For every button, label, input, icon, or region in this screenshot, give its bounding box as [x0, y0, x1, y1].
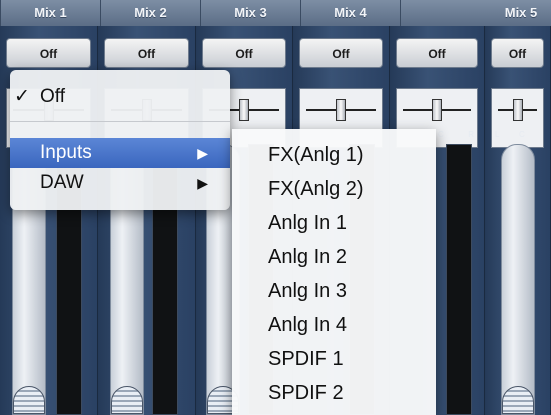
source-off-button[interactable]: Off	[396, 38, 478, 68]
channel-strip-6: Off L C	[485, 26, 551, 415]
mixer-window: Mix 1 Mix 2 Mix 3 Mix 4 Mix 5 Off Off Of…	[0, 0, 551, 415]
mix-tab-3[interactable]: Mix 3	[200, 0, 300, 26]
submenu-arrow-icon: ▶	[197, 175, 208, 191]
pan-scale: L C	[495, 130, 525, 139]
fader-knob[interactable]	[502, 386, 534, 414]
submenu-item[interactable]: SPDIF 1	[268, 343, 344, 375]
menu-item-inputs[interactable]: Inputs ▶	[10, 138, 230, 168]
source-off-button[interactable]: Off	[104, 38, 189, 68]
mix-tab-5[interactable]: Mix 5	[400, 0, 551, 26]
source-menu: ✓ Off Inputs ▶ DAW ▶	[10, 70, 230, 210]
pan-knob[interactable]	[512, 99, 523, 121]
mix-tab-1[interactable]: Mix 1	[0, 0, 100, 26]
submenu-item[interactable]: Anlg In 3	[268, 275, 347, 307]
submenu-arrow-icon: ▶	[197, 145, 208, 161]
checkmark-icon: ✓	[14, 86, 30, 107]
submenu-item[interactable]: Anlg In 4	[268, 309, 347, 341]
mix-header: Mix 1 Mix 2 Mix 3 Mix 4 Mix 5	[0, 0, 551, 27]
fader[interactable]	[501, 144, 535, 415]
mix-tab-4[interactable]: Mix 4	[300, 0, 400, 26]
source-off-button[interactable]: Off	[6, 38, 91, 68]
level-meter	[446, 144, 472, 415]
submenu-item[interactable]: Anlg In 2	[268, 241, 347, 273]
submenu-item[interactable]: Anlg In 1	[268, 207, 347, 239]
submenu-item[interactable]: SPDIF 2	[268, 377, 344, 409]
pan-knob[interactable]	[239, 99, 249, 121]
mix-tab-2[interactable]: Mix 2	[100, 0, 200, 26]
pan-knob[interactable]	[336, 99, 346, 121]
source-off-button[interactable]: Off	[299, 38, 383, 68]
fader-knob[interactable]	[111, 386, 143, 414]
source-off-button[interactable]: Off	[491, 38, 544, 68]
menu-separator	[10, 121, 230, 122]
source-off-button[interactable]: Off	[202, 38, 286, 68]
menu-item-daw[interactable]: DAW ▶	[10, 168, 230, 198]
pan-knob[interactable]	[432, 99, 442, 121]
menu-item-off[interactable]: ✓ Off	[10, 82, 230, 112]
fader-knob[interactable]	[13, 386, 45, 414]
inputs-submenu: FX(Anlg 1) FX(Anlg 2) Anlg In 1 Anlg In …	[232, 129, 436, 415]
submenu-item[interactable]: FX(Anlg 1)	[268, 139, 364, 171]
submenu-item[interactable]: FX(Anlg 2)	[268, 173, 364, 205]
